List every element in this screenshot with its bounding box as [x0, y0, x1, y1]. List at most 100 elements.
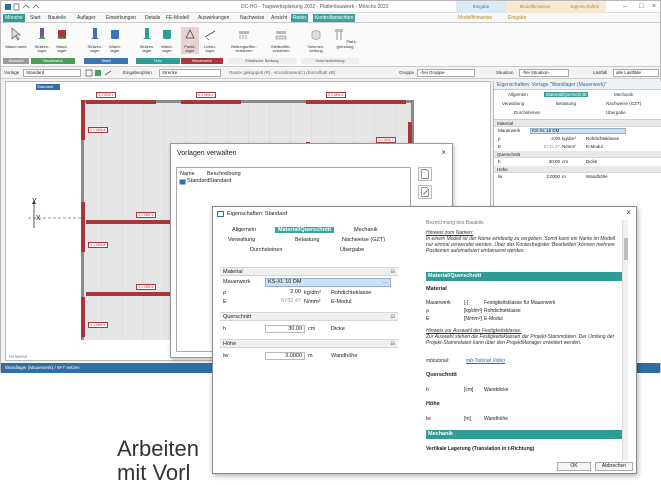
context-tab-eigenschaften[interactable]: Eigenschaften [564, 1, 606, 13]
maximize-icon[interactable]: □ [639, 3, 643, 10]
tab-nachweise-gzt[interactable]: Nachweise (GZT) [342, 237, 385, 243]
ribbon-btn-volumenbettung[interactable]: Volumen-bettung [303, 27, 329, 54]
rho-value[interactable]: 2.00 [530, 135, 560, 143]
rho-unit: kg/dm³ [562, 136, 576, 141]
support-wall[interactable] [86, 220, 176, 224]
e-unit: N/mm² [562, 144, 576, 149]
ok-button[interactable]: OK [557, 462, 591, 471]
tab-verwaltung[interactable]: Verwaltung [228, 237, 255, 243]
section-hoehe[interactable]: Höhe [494, 166, 661, 173]
tab-nachweise-gzt[interactable]: Nachweise (GZT) [606, 101, 641, 106]
scrollbar-thumb[interactable] [624, 238, 628, 260]
tab-material-querschnitt[interactable]: Material/Querschnitt [275, 227, 335, 233]
help-scrollbar[interactable] [622, 220, 628, 460]
section-hoehe[interactable]: Höhe ⊟ [220, 339, 398, 348]
tab-uebergabe[interactable]: Übergabe [606, 110, 626, 115]
tab-allgemein[interactable]: Allgemein [232, 227, 256, 233]
support-wall[interactable] [86, 292, 176, 296]
ribbon-btn-stuetzenlager-st[interactable]: Stützen-lager [86, 27, 104, 54]
context-tab-modellhinweise[interactable]: Modellhinweise [506, 1, 564, 13]
rho-value[interactable]: 2.00 [265, 289, 303, 297]
tab-moenche[interactable]: Mönche [3, 14, 25, 22]
section-material[interactable]: Material ⊟ [220, 267, 398, 276]
ribbon-btn-punktlager[interactable]: Punkt-lager [181, 27, 199, 54]
tab-kontrollansichten[interactable]: Kontrollansichten [313, 14, 356, 22]
mauerwerk-select[interactable]: KS-XL 10 DM … [265, 278, 391, 287]
vorlage-select[interactable]: Standard [23, 69, 81, 77]
quick-access-icons[interactable] [4, 3, 44, 11]
ribbon-btn-linienlager[interactable]: Linien-lager [201, 27, 219, 54]
tab-verwaltung[interactable]: Verwaltung [502, 101, 524, 106]
tab-einwirkungen[interactable]: Einwirkungen [104, 14, 138, 22]
tab-durchsteinen[interactable]: Durchsteinen [514, 110, 541, 115]
wall-tag: S 1 MW-2 [196, 92, 216, 98]
tab-eingabe[interactable]: Eingabe [506, 14, 528, 22]
ribbon-btn-mauerwerk[interactable]: Mauer-werk [5, 27, 27, 49]
steel-wall-icon [110, 30, 120, 39]
section-material[interactable]: Material [494, 120, 661, 127]
line-support-icon [204, 30, 216, 41]
minimize-icon[interactable]: – [623, 3, 627, 10]
tab-fe-modell[interactable]: FE-Modell [164, 14, 191, 22]
template-tools-icons[interactable] [85, 69, 125, 77]
support-wall[interactable] [81, 100, 85, 140]
tab-start[interactable]: Start [28, 14, 43, 22]
edit-template-button[interactable] [418, 185, 432, 199]
list-item[interactable]: Standard Standard [179, 178, 259, 186]
tab-auswirkungen[interactable]: Auswirkungen [196, 14, 231, 22]
eingabeoption-select[interactable]: Strecke [159, 69, 221, 77]
tab-material-querschnitt[interactable]: Material/Querschnitt [544, 92, 589, 97]
caption-text: Arbeiten mit Vorl [117, 437, 199, 485]
tab-durchsteinen[interactable]: Durchsteinen [250, 247, 282, 253]
ribbon-btn-wandlager-mw[interactable]: Wand-lager [53, 27, 71, 54]
wall-support-icon [57, 30, 67, 39]
close-icon[interactable]: × [441, 148, 446, 157]
lw-value[interactable]: 3.0000 [265, 352, 305, 360]
collapse-icon[interactable]: ⊟ [390, 313, 395, 321]
section-querschnitt[interactable]: Querschnitt [494, 151, 661, 158]
ribbon-btn-wandlager-st[interactable]: Wand-lager [106, 27, 124, 54]
h-value[interactable]: 30.00 [530, 158, 560, 166]
tab-allgemein[interactable]: Allgemein [508, 92, 528, 97]
tab-mechanik[interactable]: Mechanik [614, 92, 633, 97]
tab-details[interactable]: Details [143, 14, 162, 22]
tab-mechanik[interactable]: Mechanik [354, 227, 378, 233]
ribbon-btn-stuetzenlager-ho[interactable]: Stützen-lager [138, 27, 156, 54]
tab-uebergabe[interactable]: Übergabe [340, 247, 364, 253]
group-stahl: Stahl [84, 58, 128, 64]
ribbon-btn-bettungsziffer[interactable]: Bettungsziffer-verfahren [229, 27, 259, 54]
mauerwerk-select[interactable]: KS-XL 10 DM [530, 128, 626, 134]
h-value[interactable]: 30.00 [265, 325, 305, 333]
ribbon-btn-steifeziffer[interactable]: Steifeziffer-verfahren [266, 27, 296, 54]
support-wall[interactable] [306, 100, 406, 104]
situation-select[interactable]: -frei Situation- [519, 69, 569, 77]
close-icon[interactable]: × [652, 3, 656, 10]
tab-belastung[interactable]: Belastung [295, 237, 319, 243]
ribbon-btn-stuetzenlager-mw[interactable]: Stützen-lager [33, 27, 51, 54]
support-wall[interactable] [86, 100, 156, 104]
collapse-icon[interactable]: ⊟ [390, 340, 395, 348]
ellipsis-icon[interactable]: … [383, 279, 389, 286]
lastfall-select[interactable]: alle Lastfälle [613, 69, 659, 77]
tab-auflager[interactable]: Auflager [75, 14, 98, 22]
tab-nachweise[interactable]: Nachweise [238, 14, 266, 22]
close-icon[interactable]: × [626, 208, 631, 217]
help-tutorial-link[interactable]: mb-Tutorial Video [466, 358, 505, 364]
tab-bauteile[interactable]: Bauteile [46, 14, 68, 22]
context-tab-eingabe[interactable]: Eingabe [456, 1, 506, 13]
tab-reiter[interactable]: Reiter [291, 14, 309, 22]
tab-ansicht[interactable]: Ansicht [269, 14, 289, 22]
section-querschnitt[interactable]: Querschnitt ⊟ [220, 312, 398, 321]
tab-modellhinweise[interactable]: Modellhinweise [456, 14, 494, 22]
gruppe-select[interactable]: -frei Gruppe- [417, 69, 475, 77]
ribbon-btn-wandlager-ho[interactable]: Wand-lager [158, 27, 176, 54]
support-wall[interactable] [181, 100, 241, 104]
ribbon-btn-pfahlgruendung[interactable]: Pfahl-gründung [333, 27, 357, 49]
lw-value[interactable]: 3.0000 [530, 173, 560, 181]
cancel-button[interactable]: Abbrechen [595, 462, 633, 471]
new-template-button[interactable] [418, 167, 432, 181]
tab-belastung[interactable]: Belastung [556, 101, 576, 106]
situation-label: Situation [496, 70, 514, 75]
collapse-icon[interactable]: ⊟ [390, 268, 395, 276]
support-wall[interactable] [81, 297, 85, 337]
